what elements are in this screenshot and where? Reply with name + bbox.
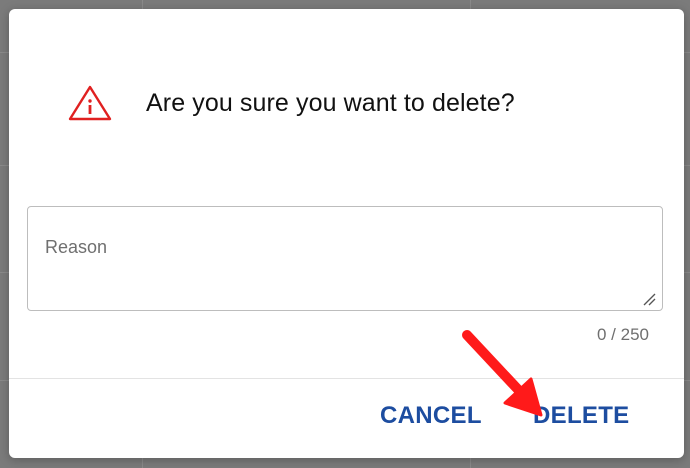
cancel-button[interactable]: CANCEL (380, 402, 482, 430)
delete-confirmation-dialog: Are you sure you want to delete? 0 / 250… (9, 9, 684, 458)
character-counter: 0 / 250 (597, 325, 649, 344)
reason-field[interactable] (27, 206, 663, 311)
reason-input[interactable] (28, 207, 662, 310)
warning-triangle-icon (67, 84, 113, 122)
dialog-title: Are you sure you want to delete? (146, 88, 515, 117)
dialog-header: Are you sure you want to delete? (67, 81, 515, 125)
resize-handle-icon[interactable] (642, 292, 656, 306)
dialog-divider (9, 378, 684, 379)
delete-button[interactable]: DELETE (533, 402, 629, 430)
